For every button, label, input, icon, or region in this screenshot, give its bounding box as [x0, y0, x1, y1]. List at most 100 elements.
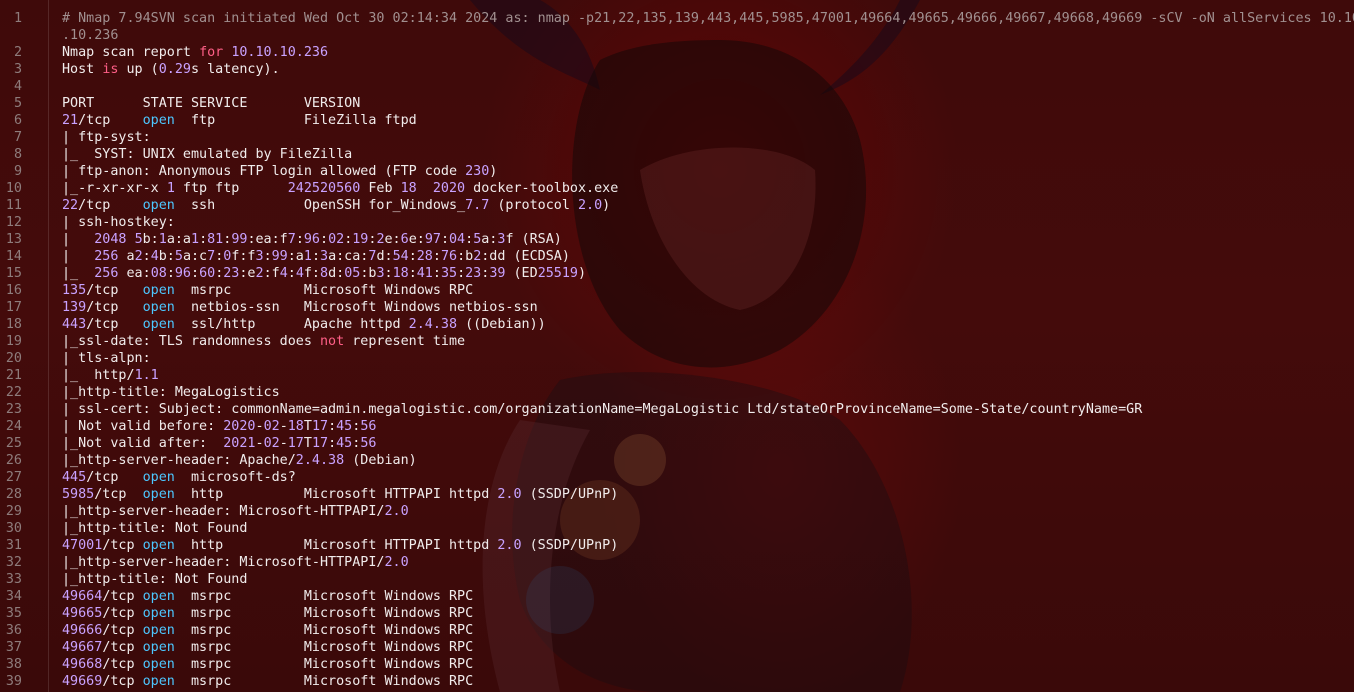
line-number: 17 [5, 300, 22, 315]
line-number: 14 [5, 249, 22, 264]
editor-line[interactable]: 8 |_ SYST: UNIX emulated by FileZilla [0, 146, 1354, 163]
line-text[interactable]: 49666/tcp open msrpc Microsoft Windows R… [62, 622, 1354, 639]
editor-line[interactable]: 13 | 2048 5b:1a:a1:81:99:ea:f7:96:02:19:2… [0, 231, 1354, 248]
editor-line[interactable]: 9 | ftp-anon: Anonymous FTP login allowed… [0, 163, 1354, 180]
editor-line[interactable]: 20 | tls-alpn: [0, 350, 1354, 367]
line-text[interactable]: 49668/tcp open msrpc Microsoft Windows R… [62, 656, 1354, 673]
line-number: 27 [5, 470, 22, 485]
line-text[interactable]: 22/tcp open ssh OpenSSH for_Windows_7.7 … [62, 197, 1354, 214]
editor-line[interactable]: 28 5985/tcp open http Microsoft HTTPAPI h… [0, 486, 1354, 503]
editor-line[interactable]: 25 |_Not valid after: 2021-02-17T17:45:56 [0, 435, 1354, 452]
line-text[interactable]: 47001/tcp open http Microsoft HTTPAPI ht… [62, 537, 1354, 554]
line-number: 38 [5, 657, 22, 672]
editor-line[interactable]: 16 135/tcp open msrpc Microsoft Windows R… [0, 282, 1354, 299]
line-text[interactable]: |_-r-xr-xr-x 1 ftp ftp 242520560 Feb 18 … [62, 180, 1354, 197]
editor-line[interactable]: 2 Nmap scan report for 10.10.10.236 [0, 44, 1354, 61]
line-text[interactable]: |_ssl-date: TLS randomness does not repr… [62, 333, 1354, 350]
line-text[interactable]: 445/tcp open microsoft-ds? [62, 469, 1354, 486]
line-text[interactable]: | 256 a2:4b:5a:c7:0f:f3:99:a1:3a:ca:7d:5… [62, 248, 1354, 265]
line-text[interactable]: | tls-alpn: [62, 350, 1354, 367]
line-text[interactable]: |_http-title: Not Found [62, 571, 1354, 588]
line-text[interactable]: |_Not valid after: 2021-02-17T17:45:56 [62, 435, 1354, 452]
line-text[interactable]: 49665/tcp open msrpc Microsoft Windows R… [62, 605, 1354, 622]
editor-line[interactable]: 21 |_ http/1.1 [0, 367, 1354, 384]
line-number: 24 [5, 419, 22, 434]
editor-line[interactable]: 36 49666/tcp open msrpc Microsoft Windows… [0, 622, 1354, 639]
line-text[interactable]: | Not valid before: 2020-02-18T17:45:56 [62, 418, 1354, 435]
editor-line[interactable]: 32 |_http-server-header: Microsoft-HTTPAP… [0, 554, 1354, 571]
editor-line[interactable]: 4 [0, 78, 1354, 95]
editor-line[interactable]: 18 443/tcp open ssl/http Apache httpd 2.4… [0, 316, 1354, 333]
line-text[interactable]: 135/tcp open msrpc Microsoft Windows RPC [62, 282, 1354, 299]
line-text[interactable]: |_http-server-header: Microsoft-HTTPAPI/… [62, 554, 1354, 571]
editor-line[interactable]: 17 139/tcp open netbios-ssn Microsoft Win… [0, 299, 1354, 316]
line-number: 39 [5, 674, 22, 689]
editor-line[interactable]: 31 47001/tcp open http Microsoft HTTPAPI … [0, 537, 1354, 554]
line-text[interactable]: 443/tcp open ssl/http Apache httpd 2.4.3… [62, 316, 1354, 333]
text-editor[interactable]: 1 # Nmap 7.94SVN scan initiated Wed Oct 3… [0, 0, 1354, 692]
code-area[interactable]: 1 # Nmap 7.94SVN scan initiated Wed Oct 3… [0, 10, 1354, 690]
line-text[interactable]: | ssh-hostkey: [62, 214, 1354, 231]
line-number: 30 [5, 521, 22, 536]
editor-line[interactable]: 34 49664/tcp open msrpc Microsoft Windows… [0, 588, 1354, 605]
editor-line[interactable]: 24 | Not valid before: 2020-02-18T17:45:5… [0, 418, 1354, 435]
editor-line[interactable]: 38 49668/tcp open msrpc Microsoft Windows… [0, 656, 1354, 673]
line-text[interactable]: | 2048 5b:1a:a1:81:99:ea:f7:96:02:19:2e:… [62, 231, 1354, 248]
line-text[interactable]: Host is up (0.29s latency). [62, 61, 1354, 78]
line-text[interactable]: |_http-server-header: Apache/2.4.38 (Deb… [62, 452, 1354, 469]
line-text[interactable]: 49669/tcp open msrpc Microsoft Windows R… [62, 673, 1354, 690]
editor-line[interactable]: 15 |_ 256 ea:08:96:60:23:e2:f4:4f:8d:05:b… [0, 265, 1354, 282]
editor-line[interactable]: 22 |_http-title: MegaLogistics [0, 384, 1354, 401]
editor-line[interactable]: 19 |_ssl-date: TLS randomness does not re… [0, 333, 1354, 350]
line-text[interactable]: |_ SYST: UNIX emulated by FileZilla [62, 146, 1354, 163]
line-number: 33 [5, 572, 22, 587]
editor-line[interactable]: 27 445/tcp open microsoft-ds? [0, 469, 1354, 486]
line-text[interactable]: |_http-title: MegaLogistics [62, 384, 1354, 401]
line-text[interactable]: |_ http/1.1 [62, 367, 1354, 384]
line-text[interactable]: | ssl-cert: Subject: commonName=admin.me… [62, 401, 1354, 418]
line-text[interactable]: 5985/tcp open http Microsoft HTTPAPI htt… [62, 486, 1354, 503]
line-text[interactable]: | ftp-syst: [62, 129, 1354, 146]
editor-line[interactable]: .10.236 [0, 27, 1354, 44]
editor-line[interactable]: 6 21/tcp open ftp FileZilla ftpd [0, 112, 1354, 129]
editor-line[interactable]: 30 |_http-title: Not Found [0, 520, 1354, 537]
line-number: 28 [5, 487, 22, 502]
editor-line[interactable]: 14 | 256 a2:4b:5a:c7:0f:f3:99:a1:3a:ca:7d… [0, 248, 1354, 265]
line-number [0, 27, 62, 44]
line-text[interactable]: 49667/tcp open msrpc Microsoft Windows R… [62, 639, 1354, 656]
editor-line[interactable]: 26 |_http-server-header: Apache/2.4.38 (D… [0, 452, 1354, 469]
line-number: 37 [5, 640, 22, 655]
editor-line[interactable]: 3 Host is up (0.29s latency). [0, 61, 1354, 78]
line-number: 31 [5, 538, 22, 553]
line-text[interactable] [62, 78, 1354, 95]
editor-line[interactable]: 10 |_-r-xr-xr-x 1 ftp ftp 242520560 Feb 1… [0, 180, 1354, 197]
line-text[interactable]: |_http-server-header: Microsoft-HTTPAPI/… [62, 503, 1354, 520]
editor-line[interactable]: 1 # Nmap 7.94SVN scan initiated Wed Oct 3… [0, 10, 1354, 27]
editor-line[interactable]: 39 49669/tcp open msrpc Microsoft Windows… [0, 673, 1354, 690]
line-text[interactable]: |_ 256 ea:08:96:60:23:e2:f4:4f:8d:05:b3:… [62, 265, 1354, 282]
line-number: 6 [13, 113, 22, 128]
editor-line[interactable]: 35 49665/tcp open msrpc Microsoft Windows… [0, 605, 1354, 622]
line-number: 26 [5, 453, 22, 468]
line-text[interactable]: 49664/tcp open msrpc Microsoft Windows R… [62, 588, 1354, 605]
editor-line[interactable]: 29 |_http-server-header: Microsoft-HTTPAP… [0, 503, 1354, 520]
line-text[interactable]: 139/tcp open netbios-ssn Microsoft Windo… [62, 299, 1354, 316]
line-text[interactable]: Nmap scan report for 10.10.10.236 [62, 44, 1354, 61]
line-number: 32 [5, 555, 22, 570]
editor-line[interactable]: 11 22/tcp open ssh OpenSSH for_Windows_7.… [0, 197, 1354, 214]
editor-line[interactable]: 7 | ftp-syst: [0, 129, 1354, 146]
line-number: 23 [5, 402, 22, 417]
line-number: 7 [13, 130, 22, 145]
editor-line[interactable]: 5 PORT STATE SERVICE VERSION [0, 95, 1354, 112]
editor-line[interactable]: 33 |_http-title: Not Found [0, 571, 1354, 588]
line-text[interactable]: .10.236 [62, 27, 1354, 44]
editor-line[interactable]: 23 | ssl-cert: Subject: commonName=admin.… [0, 401, 1354, 418]
line-text[interactable]: 21/tcp open ftp FileZilla ftpd [62, 112, 1354, 129]
editor-line[interactable]: 37 49667/tcp open msrpc Microsoft Windows… [0, 639, 1354, 656]
line-text[interactable]: # Nmap 7.94SVN scan initiated Wed Oct 30… [62, 10, 1354, 27]
line-number: 19 [5, 334, 22, 349]
line-text[interactable]: PORT STATE SERVICE VERSION [62, 95, 1354, 112]
editor-line[interactable]: 12 | ssh-hostkey: [0, 214, 1354, 231]
line-text[interactable]: | ftp-anon: Anonymous FTP login allowed … [62, 163, 1354, 180]
line-text[interactable]: |_http-title: Not Found [62, 520, 1354, 537]
